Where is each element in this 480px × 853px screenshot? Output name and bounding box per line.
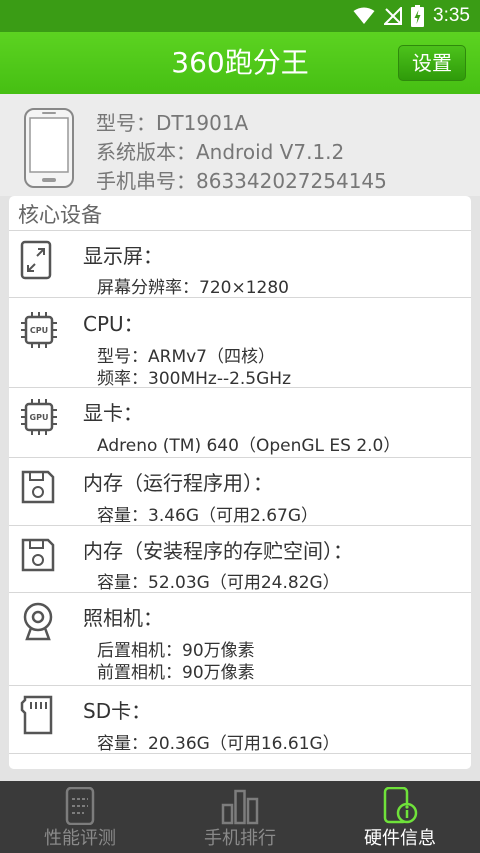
- no-signal-icon: [384, 7, 403, 25]
- storage-icon: [21, 538, 55, 572]
- row-title: 显卡：: [83, 401, 143, 425]
- camera-icon: [23, 602, 53, 641]
- hardware-info-icon: [383, 787, 418, 824]
- tab-label: 手机排行: [204, 828, 276, 849]
- row-detail: Adreno (TM) 640（OpenGL ES 2.0）: [97, 436, 401, 456]
- tab-hardware-info[interactable]: 硬件信息: [320, 781, 480, 853]
- battery-charging-icon: [411, 5, 425, 27]
- row-title: 显示屏：: [83, 244, 163, 268]
- row-detail: 容量：20.36G（可用16.61G）: [97, 734, 340, 754]
- hardware-row-display[interactable]: 显示屏： 屏幕分辨率：720×1280: [9, 230, 471, 298]
- section-header: 核心设备: [18, 203, 102, 227]
- tab-phone-ranking[interactable]: 手机排行: [160, 781, 320, 853]
- svg-text:GPU: GPU: [30, 413, 49, 422]
- row-detail: 容量：52.03G（可用24.82G）: [97, 573, 340, 593]
- svg-text:CPU: CPU: [30, 326, 48, 335]
- bottom-tab-bar: 性能评测 手机排行 硬件信息: [0, 781, 480, 853]
- tab-label: 硬件信息: [364, 828, 436, 849]
- status-time: 3:35: [433, 5, 470, 26]
- cpu-icon: CPU: [21, 312, 57, 348]
- hardware-row-storage[interactable]: 内存（安装程序的存贮空间）： 容量：52.03G（可用24.82G）: [9, 525, 471, 593]
- hardware-row-cpu[interactable]: CPU CPU： 型号：ARMv7（四核） 频率：300MHz--2.5GHz: [9, 297, 471, 389]
- hardware-row-camera[interactable]: 照相机： 后置相机：90万像素 前置相机：90万像素: [9, 592, 471, 685]
- row-title: 内存（运行程序用）：: [83, 471, 273, 495]
- row-detail: 频率：300MHz--2.5GHz: [97, 369, 292, 389]
- bar-chart-icon: [221, 789, 259, 825]
- row-detail: 前置相机：90万像素: [97, 663, 255, 683]
- device-model: 型号：DT1901A: [96, 111, 249, 135]
- row-title: SD卡：: [83, 699, 152, 723]
- device-serial: 手机串号：863342027254145: [96, 169, 387, 193]
- tab-performance-test[interactable]: 性能评测: [0, 781, 160, 853]
- phone-benchmark-icon: [65, 787, 95, 825]
- row-detail: 容量：3.46G（可用2.67G）: [97, 506, 319, 526]
- system-version: 系统版本：Android V7.1.2: [96, 140, 345, 164]
- device-info-panel: 型号：DT1901A 系统版本：Android V7.1.2 手机串号：8633…: [0, 94, 480, 196]
- status-bar: 3:35: [0, 0, 480, 32]
- app-bar: 360跑分王 设置: [0, 32, 480, 94]
- row-title: CPU：: [83, 312, 144, 336]
- row-title: 照相机：: [83, 606, 163, 630]
- next-row-partial: [9, 753, 471, 769]
- status-icons: 3:35: [353, 4, 470, 28]
- hardware-row-gpu[interactable]: GPU 显卡： Adreno (TM) 640（OpenGL ES 2.0）: [9, 387, 471, 457]
- sd-card-icon: [20, 695, 53, 735]
- wifi-icon: [353, 7, 375, 24]
- core-devices-card: 核心设备 显示屏： 屏幕分辨率：720×1280 CPU CPU： 型号：ARM…: [9, 196, 471, 769]
- hardware-row-memory[interactable]: 内存（运行程序用）： 容量：3.46G（可用2.67G）: [9, 457, 471, 526]
- hardware-row-sd-card[interactable]: SD卡： 容量：20.36G（可用16.61G）: [9, 685, 471, 754]
- memory-icon: [21, 470, 55, 504]
- gpu-icon: GPU: [21, 399, 57, 435]
- settings-button[interactable]: 设置: [398, 45, 466, 81]
- display-icon: [20, 240, 52, 280]
- phone-icon: [24, 108, 74, 188]
- row-title: 内存（安装程序的存贮空间）：: [83, 539, 353, 563]
- tab-label: 性能评测: [44, 828, 116, 849]
- row-detail: 屏幕分辨率：720×1280: [97, 278, 289, 298]
